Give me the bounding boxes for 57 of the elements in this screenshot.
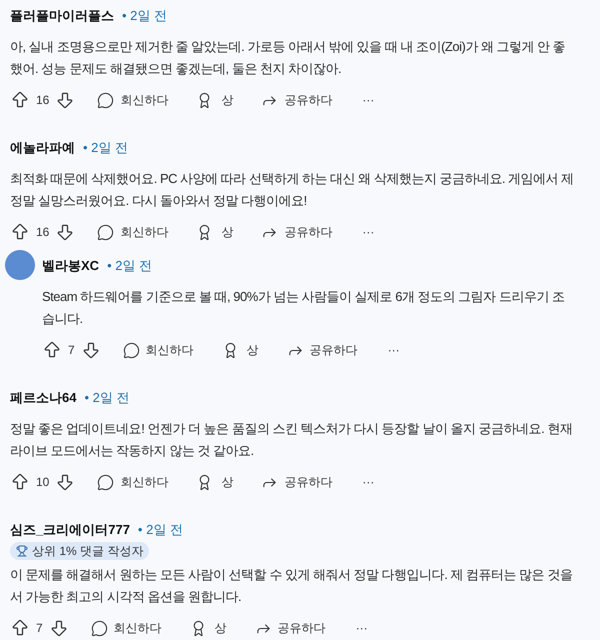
trophy-icon (16, 545, 28, 557)
more-button[interactable]: ··· (388, 341, 400, 359)
award-button[interactable]: 상 (190, 619, 227, 637)
vote-count: 16 (36, 224, 50, 241)
vote-count: 10 (36, 474, 50, 491)
share-button[interactable]: 공유하다 (261, 223, 332, 241)
more-button[interactable]: ··· (362, 91, 374, 109)
upvote-button[interactable] (10, 472, 30, 492)
comment-text: 정말 좋은 업데이트네요! 언젠가 더 높은 품질의 스킨 텍스처가 다시 등장할 날이 올지 궁금하네요. 현재 라이브 모드에서는 작동하지 않는 것 같아요. (10, 420, 572, 460)
downvote-button[interactable] (55, 90, 76, 110)
username[interactable]: 에놀라파예 (10, 138, 75, 158)
timestamp: • 2일 전 (138, 521, 183, 540)
comment-icon (97, 474, 114, 490)
more-button[interactable]: ··· (362, 223, 374, 241)
comment-text: 아, 실내 조명용으로만 제거한 줄 알았는데. 가로등 아래서 밖에 있을 때 내 조이(Zoi)가 왜 그렇게 안 좋 했어. 성능 문제도 해결됐으면 좋겠는데, 둘은 천지 차이잖아. (10, 38, 566, 78)
vote-count: 7 (36, 620, 43, 637)
share-button[interactable]: 공유하다 (261, 91, 332, 109)
comment-text: 최적화 때문에 삭제했어요. PC 사양에 따라 선택하게 하는 대신 왜 삭제했는지 궁금하네요. 게임에서 제 정말 실망스러웠어요. 다시 돌아와서 정말 다행이에요! (10, 170, 574, 210)
more-button[interactable]: ··· (362, 473, 374, 491)
reply-button[interactable]: 회신하다 (97, 473, 168, 491)
username[interactable]: 벨라봉XC (42, 256, 100, 276)
comment-icon (90, 620, 108, 636)
share-button[interactable]: 공유하다 (261, 473, 332, 491)
vote-count: 7 (68, 342, 75, 359)
share-button[interactable]: 공유하다 (286, 341, 358, 359)
award-button[interactable]: 상 (196, 91, 234, 109)
comment-icon (97, 92, 114, 108)
reply-button[interactable]: 회신하다 (97, 91, 168, 109)
comment-text: 이 문제를 해결해서 원하는 모든 사람이 선택할 수 있게 해줘서 정말 다행입니다. 제 컴퓨터는 많은 것을 서 가능한 최고의 시각적 옵션을 원합니다. (10, 566, 572, 606)
timestamp: • 2일 전 (84, 389, 130, 408)
upvote-button[interactable] (42, 340, 62, 360)
vote-count: 16 (36, 92, 50, 109)
timestamp: • 2일 전 (122, 7, 168, 26)
username[interactable]: 플러플마이러플스 (10, 6, 114, 26)
username[interactable]: 심즈_크리에이터777 (10, 520, 130, 540)
reply-button[interactable]: 회신하다 (97, 223, 168, 241)
comment-icon (97, 224, 114, 240)
top-commenter-badge: 상위 1% 댓글 작성자 (10, 542, 150, 560)
reply-button[interactable]: 회신하다 (122, 341, 194, 359)
downvote-button[interactable] (80, 340, 101, 360)
comment-icon (122, 342, 140, 358)
upvote-button[interactable] (10, 618, 30, 638)
timestamp: • 2일 전 (83, 139, 128, 158)
award-button[interactable]: 상 (196, 223, 234, 241)
award-button[interactable]: 상 (222, 341, 259, 359)
timestamp: • 2일 전 (107, 257, 152, 276)
more-button[interactable]: ··· (356, 619, 368, 637)
upvote-button[interactable] (10, 90, 30, 110)
upvote-button[interactable] (10, 222, 30, 242)
downvote-button[interactable] (48, 618, 69, 638)
username[interactable]: 페르소나64 (10, 388, 76, 408)
comment-text: Steam 하드웨어를 기준으로 볼 때, 90%가 넘는 사람들이 실제로 6개 정도의 그림자 드리우기 조 습니다. (42, 288, 564, 328)
share-button[interactable]: 공유하다 (254, 619, 326, 637)
reply-button[interactable]: 회신하다 (90, 619, 162, 637)
award-button[interactable]: 상 (196, 473, 234, 491)
downvote-button[interactable] (55, 472, 76, 492)
downvote-button[interactable] (55, 222, 76, 242)
